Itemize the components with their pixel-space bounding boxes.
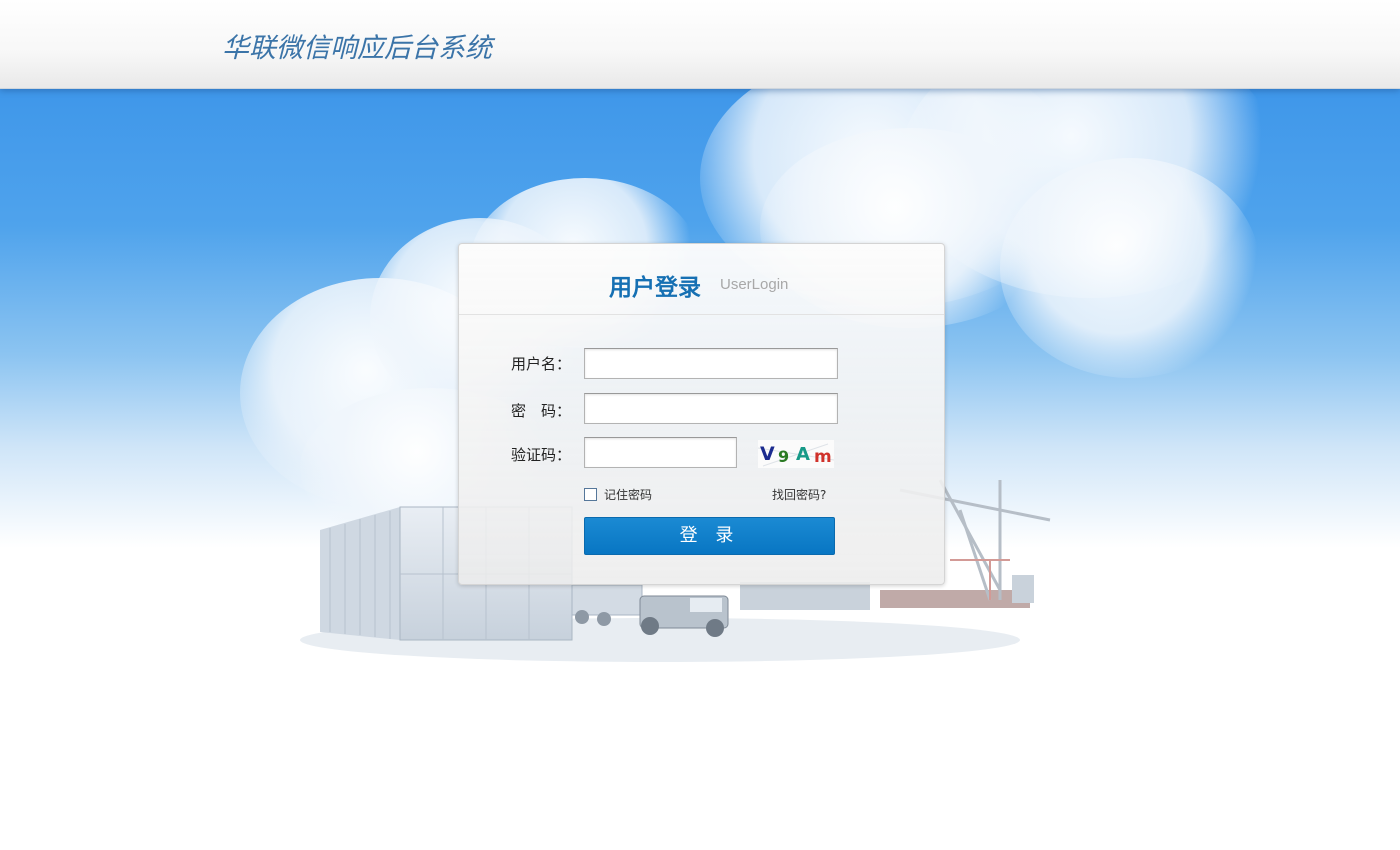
captcha-char-4: m [814,447,832,467]
remember-label: 记住密码 [604,488,653,502]
captcha-char-1: V [760,443,775,465]
username-label: 用户名： [511,355,572,373]
captcha-input[interactable] [584,437,737,468]
password-input[interactable] [584,393,838,424]
forgot-password-link[interactable]: 找回密码? [772,486,826,503]
login-panel: 用户登录 UserLogin 用户名： 密 码： 验证码： V 9 A m 记住… [458,243,945,585]
password-label: 密 码： [511,402,572,420]
username-input[interactable] [584,348,838,379]
captcha-char-3: A [796,444,810,465]
login-header: 用户登录 UserLogin [459,244,944,315]
captcha-image[interactable]: V 9 A m [757,440,835,468]
login-title: 用户登录 [609,275,701,301]
captcha-char-2: 9 [778,447,789,466]
captcha-label: 验证码： [511,446,572,464]
login-button[interactable]: 登 录 [584,517,835,555]
login-subtitle: UserLogin [720,276,789,293]
app-title: 华联微信响应后台系统 [222,33,492,64]
header-bar: 华联微信响应后台系统 [0,0,1400,89]
remember-password[interactable]: 记住密码 [584,486,652,503]
captcha-glyphs: V 9 A m [757,440,835,468]
remember-checkbox[interactable] [584,488,597,501]
